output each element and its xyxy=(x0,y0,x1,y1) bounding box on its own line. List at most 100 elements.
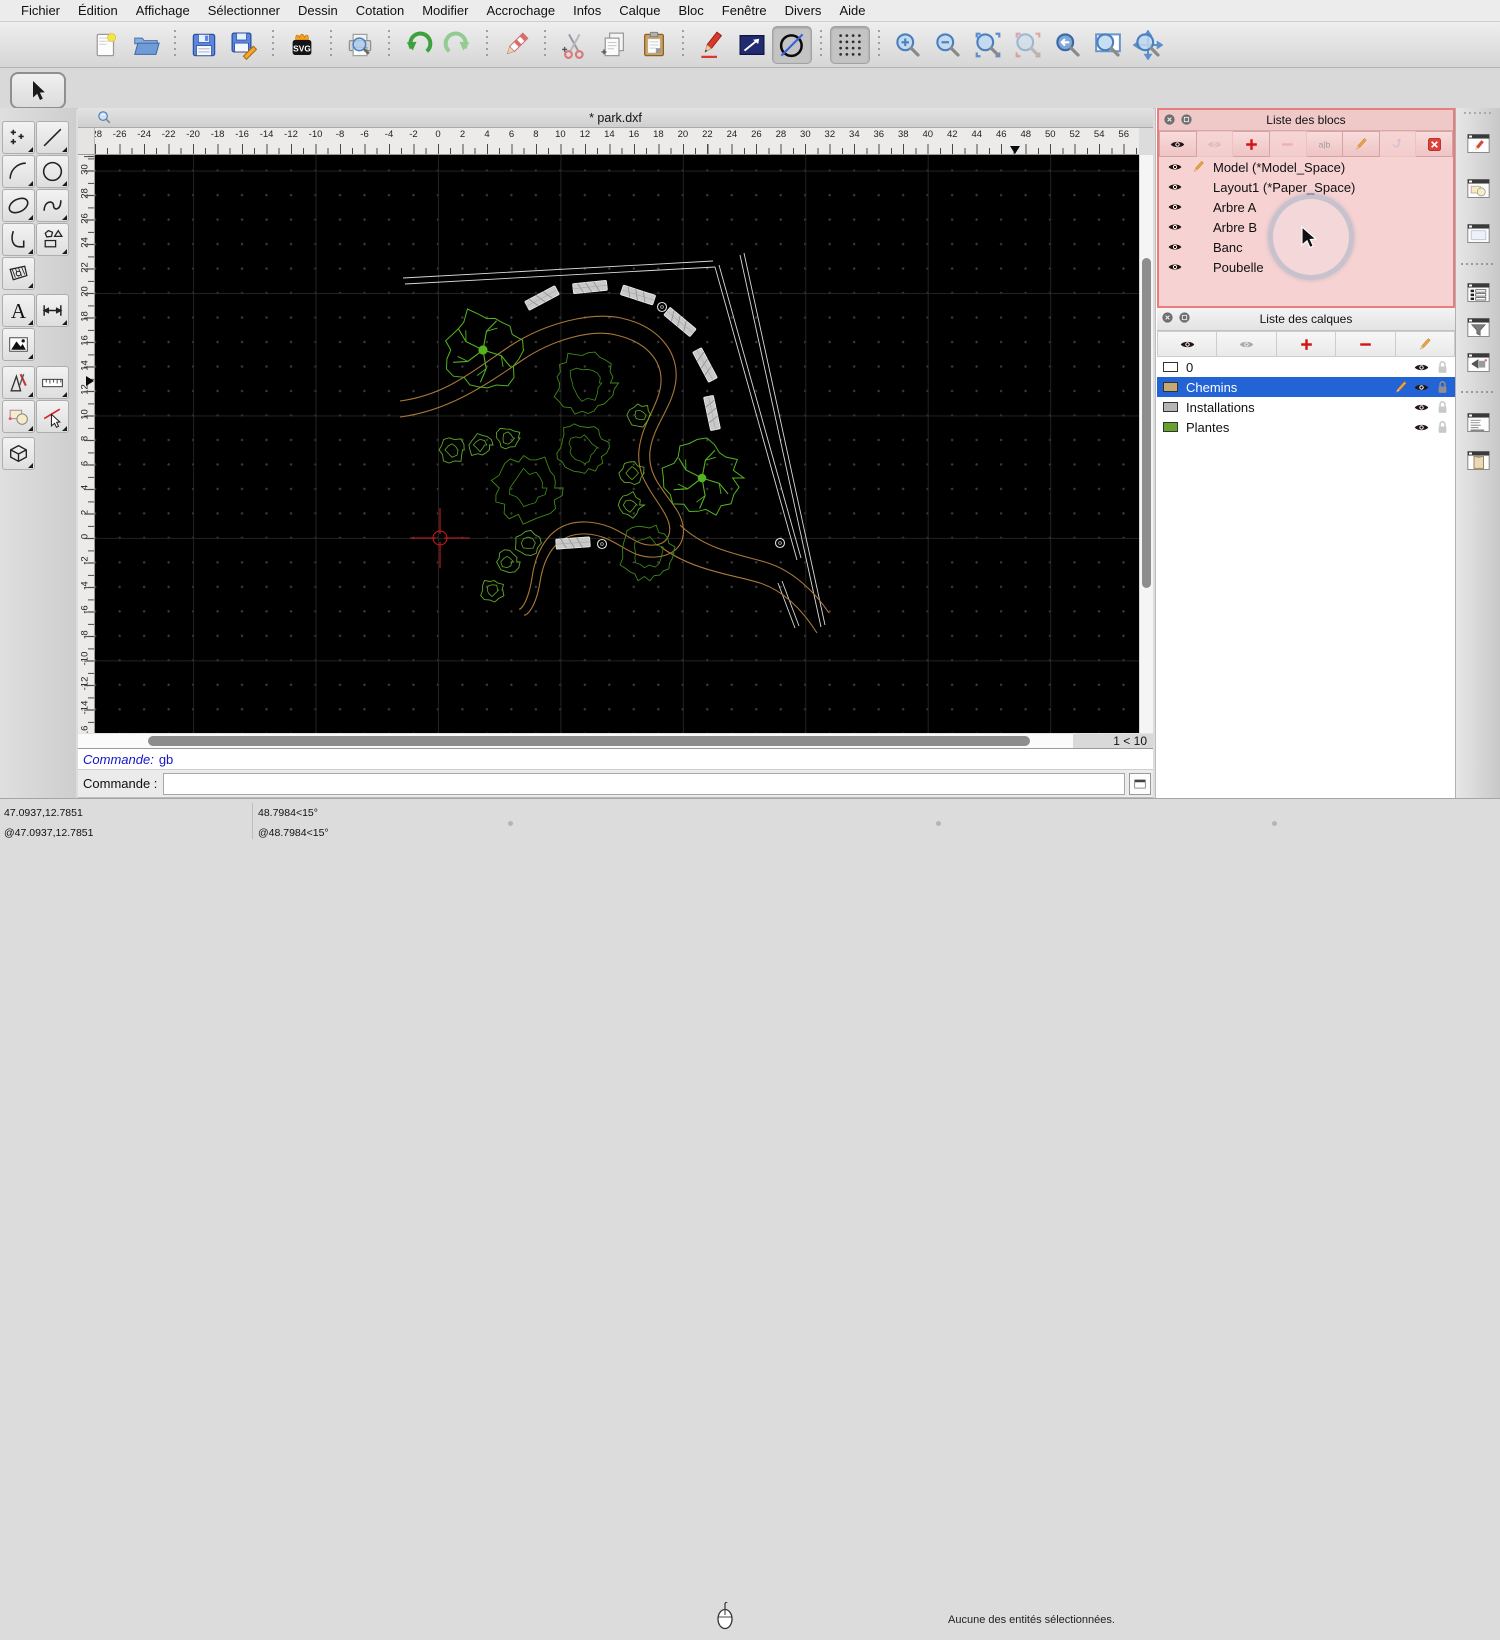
eye-icon[interactable] xyxy=(1413,399,1430,415)
zoom-window-button[interactable] xyxy=(1088,26,1128,64)
new-file-button[interactable] xyxy=(86,26,126,64)
tool-hatch[interactable] xyxy=(2,257,35,290)
lock-icon[interactable] xyxy=(1434,419,1451,435)
hidden-eye-button[interactable] xyxy=(1197,131,1234,157)
notify-widget-toggle[interactable] xyxy=(1463,347,1494,377)
visible-eye-button[interactable] xyxy=(1159,131,1197,157)
menu-divers[interactable]: Divers xyxy=(776,3,831,18)
eye-icon[interactable] xyxy=(1413,379,1430,395)
eye-icon[interactable] xyxy=(1167,199,1183,215)
eye-icon[interactable] xyxy=(1167,179,1183,195)
block-list-titlebar[interactable]: Liste des blocs xyxy=(1159,110,1453,131)
drawing-canvas[interactable] xyxy=(95,155,1139,733)
float-icon[interactable] xyxy=(1178,311,1191,327)
save-button[interactable] xyxy=(184,26,224,64)
add-block-button[interactable] xyxy=(1233,131,1270,157)
edit-block-button[interactable] xyxy=(1343,131,1380,157)
block-widget-toggle[interactable] xyxy=(1463,218,1494,248)
menu-modifier[interactable]: Modifier xyxy=(413,3,477,18)
paste-button[interactable] xyxy=(634,26,674,64)
horizontal-scrollbar[interactable]: 1 < 10 xyxy=(78,733,1153,748)
command-detach-button[interactable] xyxy=(1129,773,1151,795)
eye-icon[interactable] xyxy=(1167,219,1183,235)
tool-points[interactable] xyxy=(2,121,35,154)
layer-list-titlebar[interactable]: Liste des calques xyxy=(1157,308,1455,331)
float-icon[interactable] xyxy=(1180,113,1193,129)
horizontal-scrollbar-thumb[interactable] xyxy=(148,736,1030,746)
eye-icon[interactable] xyxy=(1413,359,1430,375)
tool-solids[interactable] xyxy=(2,437,35,470)
menu-cotation[interactable]: Cotation xyxy=(347,3,413,18)
tool-line[interactable] xyxy=(36,121,69,154)
tool-arc[interactable] xyxy=(2,155,35,188)
print-preview-button[interactable] xyxy=(340,26,380,64)
menu-fichier[interactable]: Fichier xyxy=(12,3,69,18)
tool-measure[interactable] xyxy=(36,366,69,399)
menu-accrochage[interactable]: Accrochage xyxy=(477,3,564,18)
eraser-button[interactable] xyxy=(496,26,536,64)
eye-icon[interactable] xyxy=(1413,419,1430,435)
undo-button[interactable] xyxy=(398,26,438,64)
zoom-auto-button[interactable] xyxy=(968,26,1008,64)
draw-order-button[interactable] xyxy=(732,26,772,64)
drawing-tab-titlebar[interactable]: * park.dxf xyxy=(78,108,1153,128)
tool-ellipse[interactable] xyxy=(2,189,35,222)
layer-row-plantes[interactable]: Plantes xyxy=(1157,417,1455,437)
selection-tool-button[interactable] xyxy=(10,72,66,109)
menu-aide[interactable]: Aide xyxy=(830,3,874,18)
svg-export-button[interactable]: SVG xyxy=(282,26,322,64)
insert-block-button[interactable] xyxy=(1380,131,1417,157)
pen-widget-toggle[interactable] xyxy=(1463,128,1494,158)
menu-infos[interactable]: Infos xyxy=(564,3,610,18)
tool-image[interactable] xyxy=(2,328,35,361)
tool-polyline[interactable] xyxy=(2,223,35,256)
tool-select-entity[interactable] xyxy=(36,400,69,433)
delete-block-button[interactable] xyxy=(1416,131,1453,157)
layer-list-widget-toggle[interactable] xyxy=(1463,277,1494,307)
layer-row-0[interactable]: 0 xyxy=(1157,357,1455,377)
zoom-select-button[interactable] xyxy=(1008,26,1048,64)
zoom-previous-button[interactable] xyxy=(1048,26,1088,64)
tool-blocks[interactable] xyxy=(2,400,35,433)
remove-block-button[interactable] xyxy=(1270,131,1307,157)
lock-icon[interactable] xyxy=(1434,379,1451,395)
tool-spline[interactable] xyxy=(36,189,69,222)
layer-row-installations[interactable]: Installations xyxy=(1157,397,1455,417)
open-file-button[interactable] xyxy=(126,26,166,64)
edit-layer-button[interactable] xyxy=(1396,331,1455,357)
zoom-out-button[interactable] xyxy=(928,26,968,64)
add-layer-button[interactable] xyxy=(1277,331,1336,357)
eye-icon[interactable] xyxy=(1167,239,1183,255)
snap-grid-button[interactable] xyxy=(830,26,870,64)
tool-polygon[interactable] xyxy=(36,223,69,256)
clipboard-widget-toggle[interactable] xyxy=(1463,445,1494,475)
eye-icon[interactable] xyxy=(1167,159,1183,175)
tool-circle[interactable] xyxy=(36,155,69,188)
vertical-scrollbar[interactable] xyxy=(1139,155,1153,733)
command-input[interactable] xyxy=(163,773,1125,795)
menu-calque[interactable]: Calque xyxy=(610,3,669,18)
menu-bloc[interactable]: Bloc xyxy=(669,3,712,18)
block-row[interactable]: Model (*Model_Space) xyxy=(1159,157,1453,177)
zoom-in-button[interactable] xyxy=(888,26,928,64)
lock-icon[interactable] xyxy=(1434,359,1451,375)
menu-affichage[interactable]: Affichage xyxy=(127,3,199,18)
redo-button[interactable] xyxy=(438,26,478,64)
rename-block-button[interactable]: a|b xyxy=(1307,131,1344,157)
filter-widget-toggle[interactable] xyxy=(1463,312,1494,342)
save-as-button[interactable] xyxy=(224,26,264,64)
remove-layer-button[interactable] xyxy=(1336,331,1395,357)
tool-text[interactable]: A xyxy=(2,294,35,327)
visible-eye-button[interactable] xyxy=(1157,331,1217,357)
layer-row-chemins[interactable]: Chemins xyxy=(1157,377,1455,397)
copy-button[interactable] xyxy=(594,26,634,64)
hidden-eye-button[interactable] xyxy=(1217,331,1276,357)
cut-button[interactable] xyxy=(554,26,594,64)
tool-misc-tools[interactable] xyxy=(2,366,35,399)
menu-fenetre[interactable]: Fenêtre xyxy=(713,3,776,18)
circle-overlay-button[interactable] xyxy=(772,26,812,64)
zoom-pan-button[interactable] xyxy=(1128,26,1168,64)
close-icon[interactable] xyxy=(1163,113,1176,129)
menu-dessin[interactable]: Dessin xyxy=(289,3,347,18)
tool-dimension[interactable] xyxy=(36,294,69,327)
